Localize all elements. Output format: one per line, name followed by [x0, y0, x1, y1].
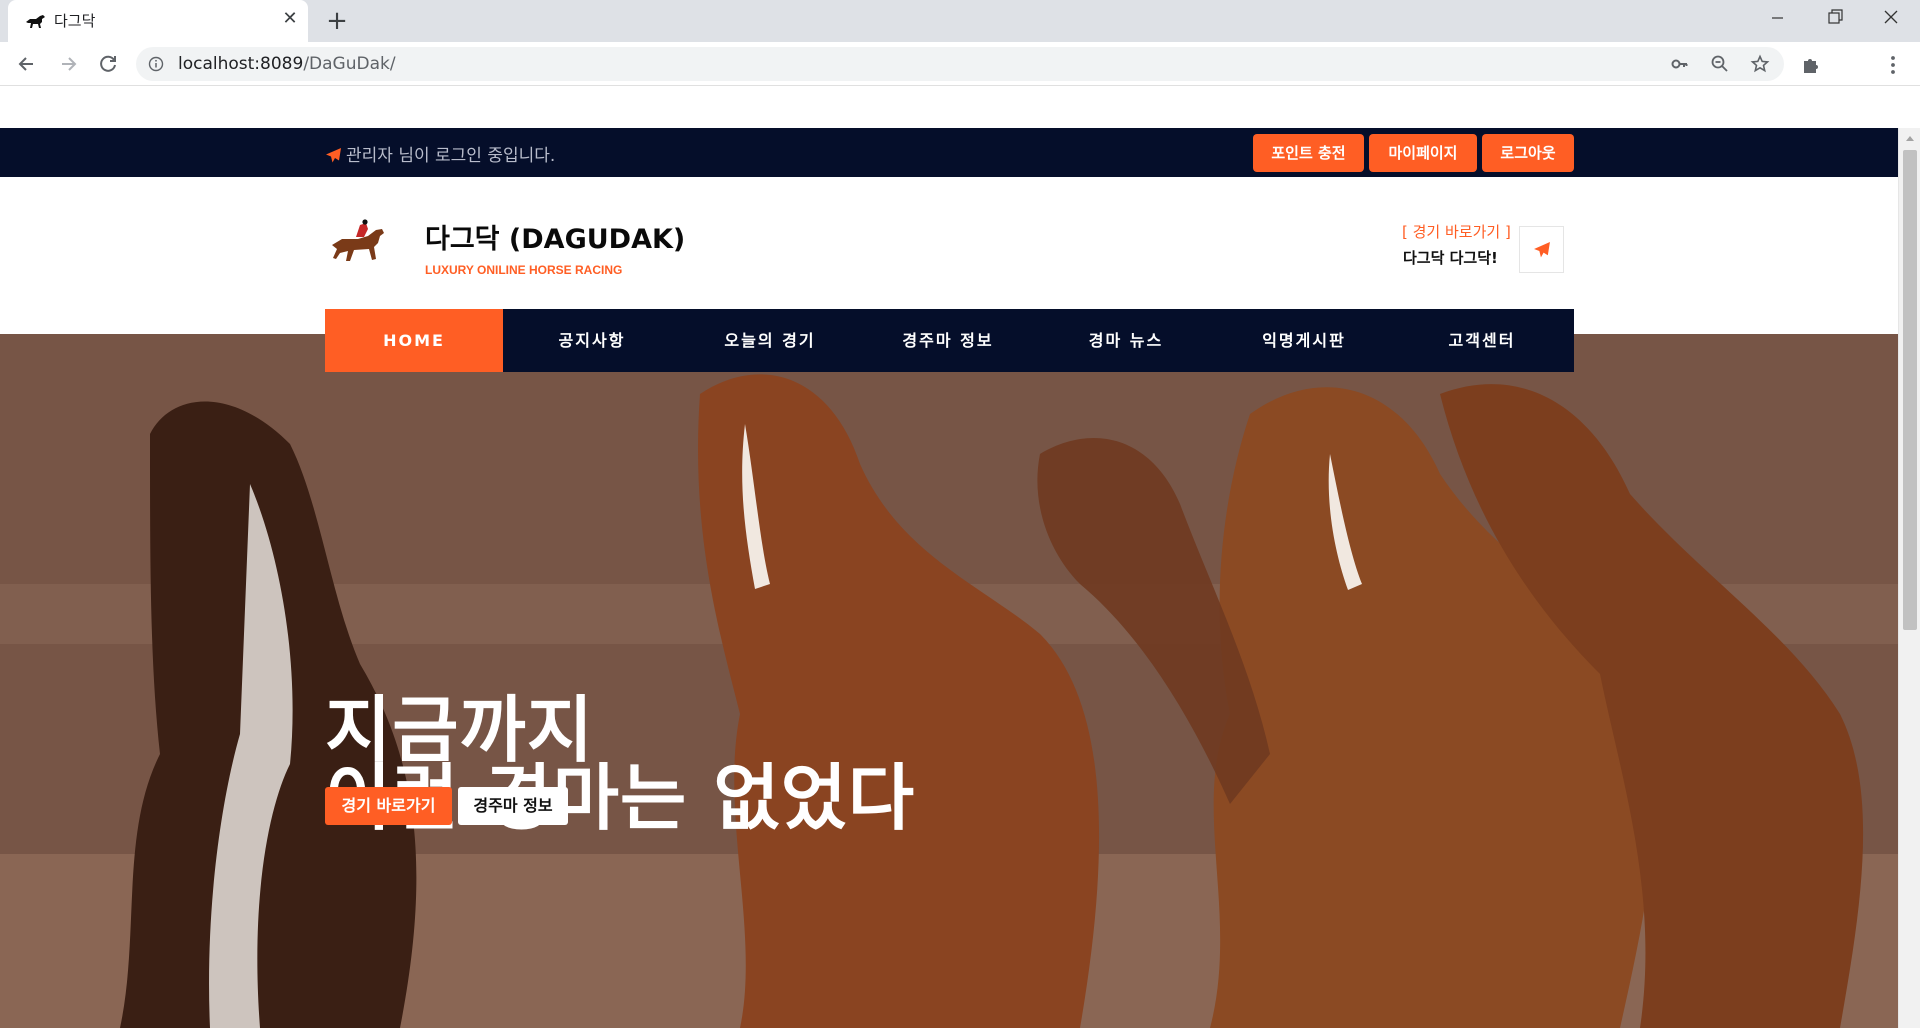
horse-logo-icon[interactable]	[328, 219, 400, 271]
nav-anonymous-board[interactable]: 익명게시판	[1215, 309, 1393, 372]
scroll-up-icon[interactable]	[1905, 134, 1915, 142]
plus-icon[interactable]: +	[322, 6, 352, 36]
window-close-icon[interactable]	[1868, 0, 1914, 40]
nav-customer-center[interactable]: 고객센터	[1393, 309, 1571, 372]
nav-racing-news[interactable]: 경마 뉴스	[1037, 309, 1215, 372]
login-message: 관리자 님이 로그인 중입니다.	[346, 146, 556, 166]
address-bar[interactable]: localhost:8089/DaGuDak/	[136, 47, 1784, 81]
url-host: localhost:8089	[178, 54, 304, 74]
hero-banner: 지금까지 이런 경마는 없었다	[0, 334, 1898, 1028]
go-to-race-button[interactable]: 경기 바로가기	[325, 787, 452, 825]
quick-race-button[interactable]	[1519, 226, 1564, 273]
paper-plane-icon	[1534, 242, 1550, 258]
url-path: /DaGuDak/	[303, 54, 396, 74]
page-scrollbar[interactable]	[1898, 128, 1920, 1028]
reload-icon[interactable]	[94, 50, 122, 78]
point-charge-button[interactable]: 포인트 충전	[1253, 134, 1364, 172]
quick-race-text: 다그닥 다그닥!	[1403, 249, 1498, 267]
horse-info-button[interactable]: 경주마 정보	[458, 787, 568, 825]
paper-plane-icon	[326, 148, 341, 163]
top-bar: 관리자 님이 로그인 중입니다. 포인트 충전 마이페이지 로그아웃	[0, 128, 1898, 177]
running-horses-image	[0, 334, 1898, 1028]
quick-race-link[interactable]: [ 경기 바로가기 ]	[1402, 221, 1511, 242]
horse-favicon-icon	[26, 15, 45, 28]
page-viewport: 관리자 님이 로그인 중입니다. 포인트 충전 마이페이지 로그아웃 다그닥 (…	[0, 128, 1898, 1028]
puzzle-icon[interactable]	[1800, 54, 1822, 76]
nav-today-race[interactable]: 오늘의 경기	[681, 309, 859, 372]
url-text: localhost:8089/DaGuDak/	[178, 54, 396, 74]
zoom-out-icon[interactable]	[1710, 54, 1730, 74]
hero-title-line1: 지금까지	[325, 688, 594, 772]
login-status: 관리자 님이 로그인 중입니다.	[325, 141, 555, 166]
tab-title: 다그닥	[54, 12, 96, 30]
info-icon[interactable]	[148, 56, 164, 72]
browser-toolbar: localhost:8089/DaGuDak/	[0, 42, 1920, 86]
forward-icon[interactable]	[54, 50, 82, 78]
nav-notice[interactable]: 공지사항	[503, 309, 681, 372]
scrollbar-thumb[interactable]	[1903, 150, 1917, 630]
minimize-icon[interactable]	[1754, 0, 1800, 40]
close-icon[interactable]: ✕	[280, 9, 300, 29]
brand-name[interactable]: 다그닥 (DAGUDAK)	[425, 217, 685, 256]
browser-tab-strip: 다그닥 ✕ +	[0, 0, 1920, 42]
browser-tab[interactable]: 다그닥 ✕	[8, 0, 308, 42]
logout-button[interactable]: 로그아웃	[1482, 134, 1574, 172]
star-icon[interactable]	[1750, 54, 1770, 74]
nav-horse-info[interactable]: 경주마 정보	[859, 309, 1037, 372]
site-header: 다그닥 (DAGUDAK) LUXURY ONILINE HORSE RACIN…	[0, 177, 1898, 309]
kebab-menu-icon[interactable]	[1882, 54, 1904, 76]
mypage-button[interactable]: 마이페이지	[1369, 134, 1477, 172]
back-icon[interactable]	[13, 50, 41, 78]
restore-icon[interactable]	[1812, 0, 1858, 40]
nav-home[interactable]: HOME	[325, 309, 503, 372]
main-navigation: HOME 공지사항 오늘의 경기 경주마 정보 경마 뉴스 익명게시판 고객센터	[325, 309, 1574, 372]
brand-tagline: LUXURY ONILINE HORSE RACING	[425, 263, 623, 277]
key-icon[interactable]	[1670, 54, 1690, 74]
